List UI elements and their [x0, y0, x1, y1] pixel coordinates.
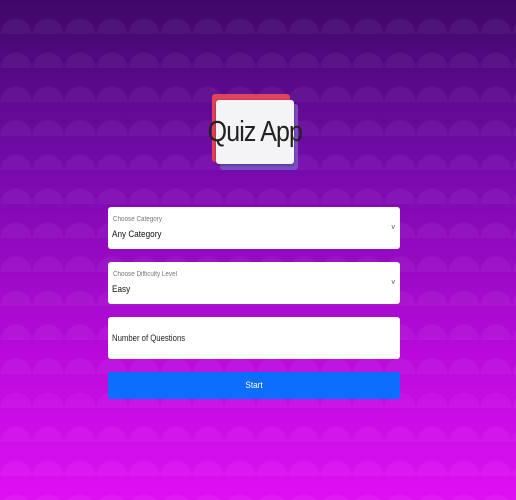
chevron-down-icon: v: [391, 279, 396, 286]
question-count-input[interactable]: Number of Questions: [108, 317, 400, 359]
category-label: Choose Category: [113, 216, 163, 223]
logo-card: Quiz App: [208, 100, 303, 164]
start-button[interactable]: Start: [108, 372, 400, 399]
chevron-down-icon: v: [391, 224, 396, 231]
category-value: Any Category: [112, 229, 162, 240]
difficulty-label: Choose Difficulty Level: [113, 271, 177, 278]
category-select[interactable]: Choose Category Any Category v: [108, 207, 400, 249]
start-button-label: Start: [245, 380, 263, 391]
question-count-placeholder: Number of Questions: [112, 333, 186, 343]
app-logo: Quiz App: [208, 94, 303, 172]
app-title: Quiz App: [207, 115, 303, 148]
difficulty-value: Easy: [112, 284, 131, 295]
difficulty-select[interactable]: Choose Difficulty Level Easy v: [108, 262, 400, 304]
